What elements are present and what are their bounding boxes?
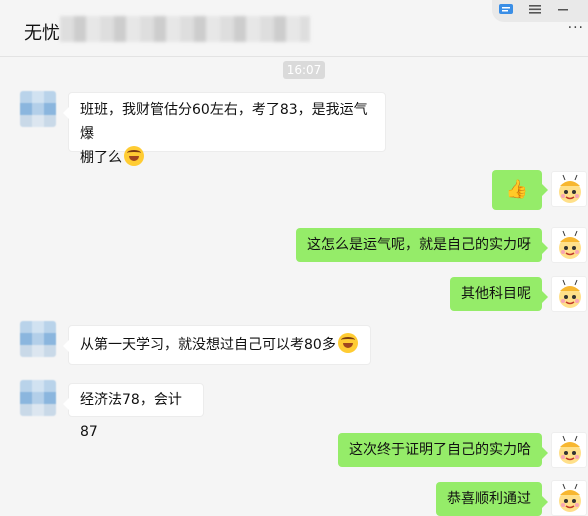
contact-avatar[interactable]	[20, 380, 56, 416]
chat-header: 无忧 ···	[0, 0, 588, 57]
message-bubble: 👍	[492, 170, 548, 210]
laughing-crying-emoji-icon	[337, 333, 358, 353]
window-controls	[492, 0, 588, 22]
message-text-line: 班班，我财管估分60左右，考了83，是我运气爆	[80, 102, 368, 142]
message-text: 棚了么	[80, 150, 122, 166]
bee-avatar-icon	[559, 279, 581, 308]
self-avatar[interactable]	[551, 276, 587, 312]
message-text: 经济法78，会计87	[80, 392, 182, 440]
message-text: 恭喜顺利通过	[447, 491, 531, 507]
message-bubble: 这次终于证明了自己的实力哈	[338, 433, 548, 467]
self-avatar[interactable]	[551, 171, 587, 207]
bee-avatar-icon	[559, 230, 581, 259]
self-avatar[interactable]	[551, 227, 587, 263]
laughing-crying-emoji-icon	[124, 146, 144, 166]
chat-title: 无忧	[24, 23, 60, 44]
more-icon[interactable]: ···	[568, 20, 584, 36]
message-text: 其他科目呢	[461, 286, 531, 302]
bee-avatar-icon	[559, 435, 581, 464]
message-timestamp: 16:07	[283, 61, 325, 79]
message-bubble: 班班，我财管估分60左右，考了83，是我运气爆 棚了么	[63, 92, 386, 166]
message-bubble: 其他科目呢	[450, 277, 548, 311]
message-text: 这怎么是运气呢，就是自己的实力呀	[307, 237, 531, 253]
thumbs-up-icon: 👍	[505, 179, 529, 200]
message-bubble: 经济法78，会计87	[63, 383, 204, 440]
blurred-chat-name	[60, 16, 310, 42]
message-bubble: 从第一天学习，就没想过自己可以考80多	[63, 325, 371, 365]
menu-icon[interactable]	[526, 2, 544, 18]
message-bubble: 这怎么是运气呢，就是自己的实力呀	[296, 228, 548, 262]
contact-avatar[interactable]	[20, 321, 56, 357]
bee-avatar-icon	[559, 174, 581, 203]
message-text: 从第一天学习，就没想过自己可以考80多	[80, 337, 336, 353]
message-text: 这次终于证明了自己的实力哈	[349, 442, 531, 458]
self-avatar[interactable]	[551, 432, 587, 468]
message-text-line-2: 棚了么	[80, 146, 374, 170]
contact-avatar[interactable]	[20, 91, 56, 127]
chat-box-icon[interactable]	[498, 2, 516, 18]
minimize-icon[interactable]	[554, 2, 572, 18]
bee-avatar-icon	[559, 483, 581, 512]
self-avatar[interactable]	[551, 480, 587, 516]
message-bubble: 恭喜顺利通过	[436, 482, 548, 516]
